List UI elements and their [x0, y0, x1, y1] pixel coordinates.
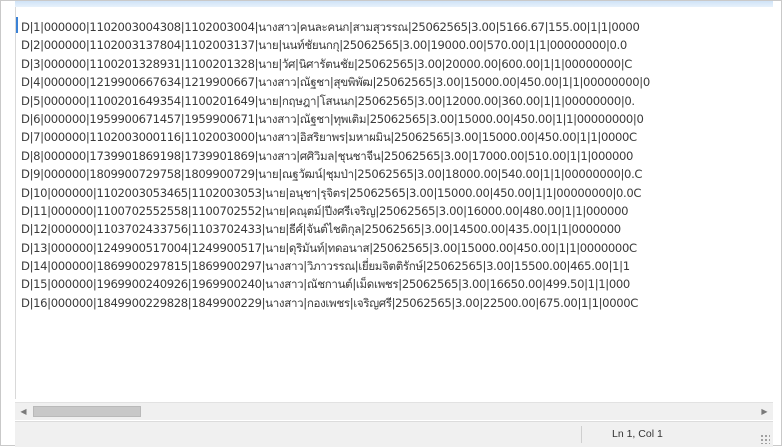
text-line[interactable]: D|2|000000|1102003137804|1102003137|นาย|…	[21, 36, 650, 54]
status-bar: Ln 1, Col 1	[15, 421, 773, 447]
text-line[interactable]: D|3|000000|1100201328931|1100201328|นาย|…	[21, 55, 650, 73]
text-line[interactable]: D|13|000000|1249900517004|1249900517|นาย…	[21, 239, 650, 257]
text-line[interactable]: D|7|000000|1102003000116|1102003000|นางส…	[21, 128, 650, 146]
scroll-left-icon[interactable]: ◀	[15, 403, 32, 420]
status-divider	[581, 426, 582, 443]
text-line[interactable]: D|12|000000|1103702433756|1103702433|นาย…	[21, 220, 650, 238]
text-line[interactable]: D|1|000000|1102003004308|1102003004|นางส…	[21, 18, 650, 36]
scrollbar-thumb[interactable]	[33, 406, 141, 417]
horizontal-scrollbar[interactable]: ◀ ▶	[15, 402, 773, 420]
text-line[interactable]: D|10|000000|1102003053465|1102003053|นาย…	[21, 184, 650, 202]
text-caret	[16, 17, 18, 33]
text-line[interactable]: D|4|000000|1219900667634|1219900667|นางส…	[21, 73, 650, 91]
text-line[interactable]: D|5|000000|1100201649354|1100201649|นาย|…	[21, 92, 650, 110]
text-lines: D|1|000000|1102003004308|1102003004|นางส…	[21, 18, 650, 312]
text-line[interactable]: D|9|000000|1809900729758|1809900729|นาย|…	[21, 165, 650, 183]
text-line[interactable]: D|14|000000|1869900297815|1869900297|นาง…	[21, 257, 650, 275]
text-line[interactable]: D|11|000000|1100702552558|1100702552|นาย…	[21, 202, 650, 220]
text-line[interactable]: D|6|000000|1959900671457|1959900671|นางส…	[21, 110, 650, 128]
resize-grip-icon[interactable]	[760, 434, 770, 444]
scroll-right-icon[interactable]: ▶	[756, 403, 773, 420]
text-editor-area[interactable]: D|1|000000|1102003004308|1102003004|นางส…	[15, 7, 774, 399]
text-line[interactable]: D|8|000000|1739901869198|1739901869|นางส…	[21, 147, 650, 165]
text-line[interactable]: D|15|000000|1969900240926|1969900240|นาง…	[21, 275, 650, 293]
text-editor-window: D|1|000000|1102003004308|1102003004|นางส…	[0, 0, 782, 447]
cursor-position: Ln 1, Col 1	[612, 428, 663, 440]
text-line[interactable]: D|16|000000|1849900229828|1849900229|นาง…	[21, 294, 650, 312]
